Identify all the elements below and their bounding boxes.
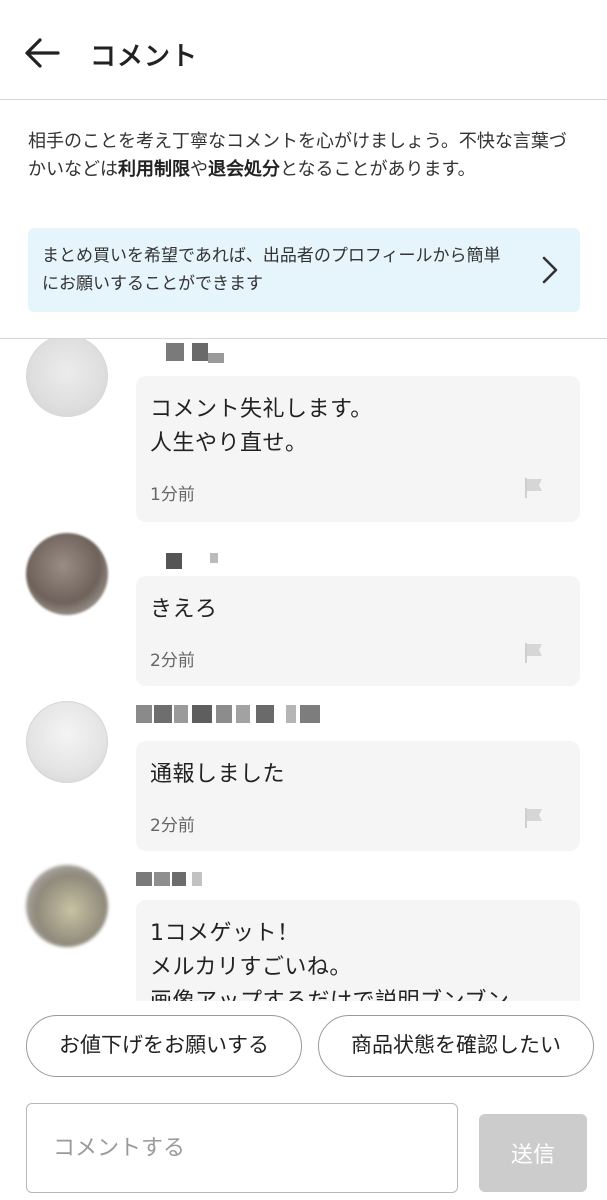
comment-input[interactable] [26, 1103, 458, 1193]
bundle-banner-text: まとめ買いを希望であれば、出品者のプロフィールから簡単にお願いすることができます [42, 246, 501, 294]
notice-text-2: や [190, 159, 208, 180]
notice-bold-usage-restriction: 利用制限 [118, 159, 190, 180]
comment-bubble: きえろ 2分前 [136, 576, 580, 686]
username-pixelated [136, 872, 216, 892]
notice-bold-withdrawal: 退会処分 [208, 159, 280, 180]
flag-icon[interactable] [524, 477, 544, 499]
username-pixelated [150, 553, 230, 573]
comment-guideline-notice: 相手のことを考え丁寧なコメントを心がけましょう。不快な言葉づかいなどは利用制限や… [28, 128, 584, 184]
notice-text-3: となることがあります。 [280, 159, 476, 180]
comment-text: コメント失礼します。 人生やり直せ。 [150, 397, 373, 456]
comment-time: 2分前 [150, 651, 195, 671]
flag-icon[interactable] [524, 807, 544, 829]
comment-time: 1分前 [150, 485, 195, 505]
comment-time: 2分前 [150, 816, 195, 836]
chevron-right-icon [542, 256, 558, 284]
username-pixelated [162, 343, 232, 363]
bundle-purchase-banner[interactable]: まとめ買いを希望であれば、出品者のプロフィールから簡単にお願いすることができます [28, 228, 580, 312]
page-title: コメント [90, 42, 199, 72]
comment-bubble: 1コメゲット！ メルカリすごいね。 画像アップするだけで説明ブンブン [136, 900, 580, 1001]
comment-text: 通報しました [150, 762, 286, 787]
flag-icon[interactable] [524, 642, 544, 664]
comment-bubble: 通報しました 2分前 [136, 741, 580, 851]
back-arrow-icon[interactable] [22, 36, 62, 70]
comment-bubble: コメント失礼します。 人生やり直せ。 1分前 [136, 376, 580, 522]
avatar[interactable] [26, 533, 108, 615]
suggestion-chip-price-reduction[interactable]: お値下げをお願いする [26, 1015, 302, 1077]
send-button[interactable]: 送信 [479, 1114, 587, 1192]
app-header: コメント [0, 0, 607, 100]
avatar[interactable] [26, 865, 108, 947]
avatar[interactable] [26, 701, 108, 783]
comment-text: きえろ [150, 597, 218, 622]
avatar[interactable] [26, 339, 108, 417]
suggestion-chip-item-condition[interactable]: 商品状態を確認したい [318, 1015, 594, 1077]
comment-text: 1コメゲット！ メルカリすごいね。 画像アップするだけで説明ブンブン [150, 921, 509, 1001]
username-pixelated [136, 705, 322, 725]
comment-list[interactable]: コメント失礼します。 人生やり直せ。 1分前 きえろ 2分前 通報しました 2分… [0, 339, 607, 1001]
